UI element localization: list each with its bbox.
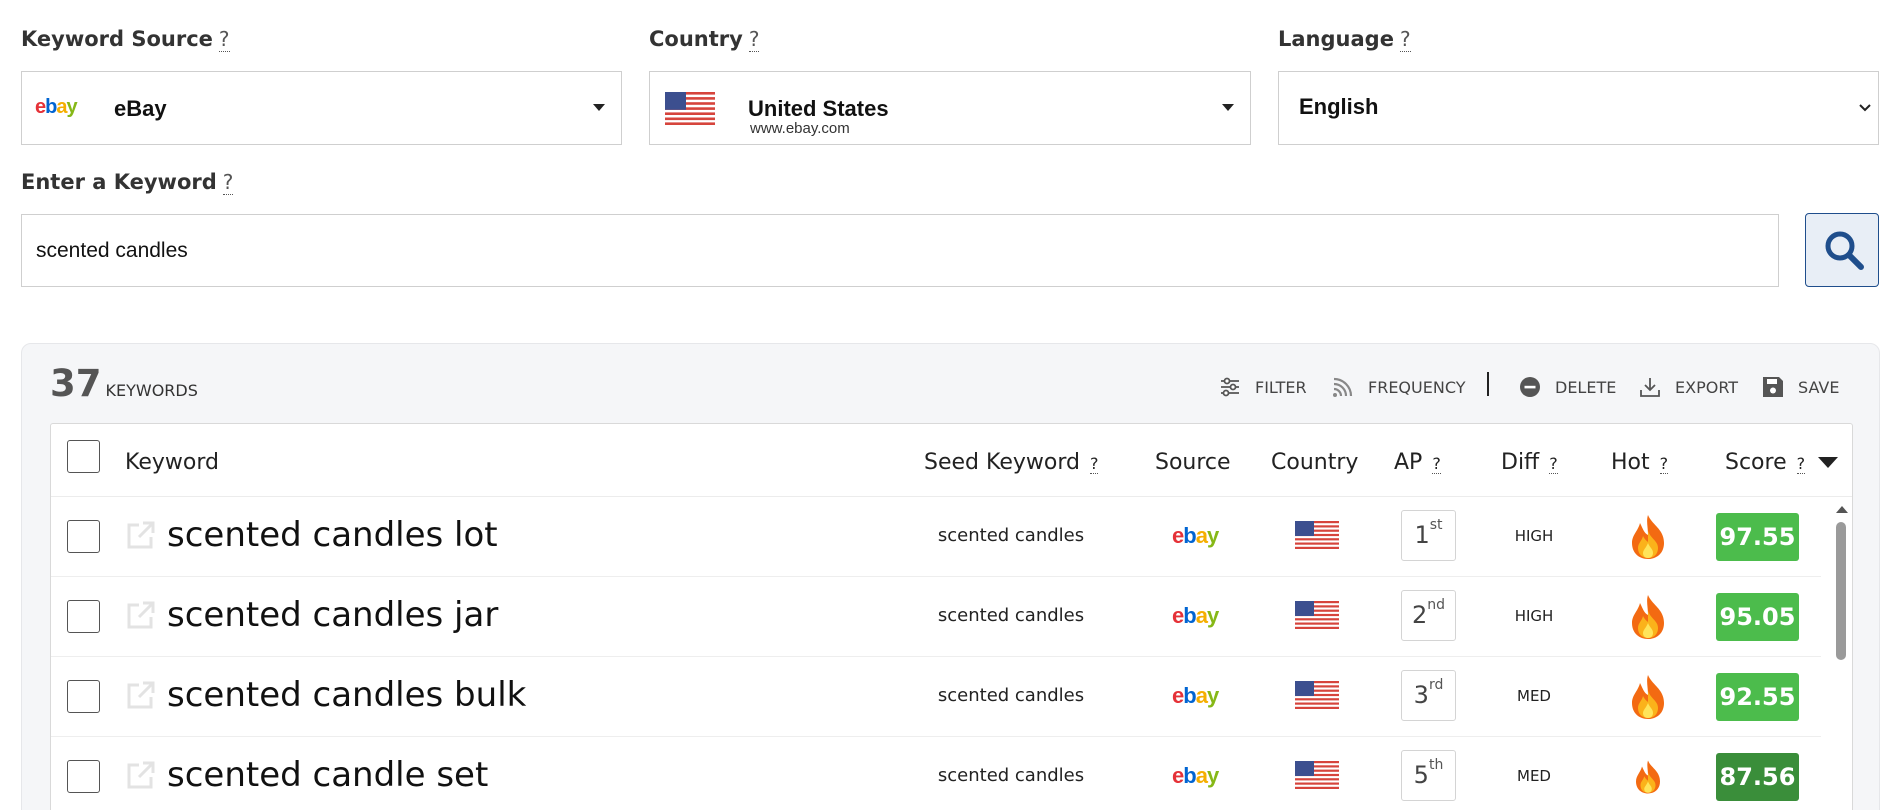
row-checkbox[interactable] xyxy=(67,680,100,713)
ap-badge: 5th xyxy=(1401,750,1456,801)
fire-icon xyxy=(1632,595,1664,639)
country-help[interactable]: ? xyxy=(748,27,760,52)
fire-icon xyxy=(1636,760,1660,794)
sliders-icon xyxy=(1221,377,1239,397)
external-link-icon[interactable] xyxy=(125,679,157,711)
toolbar-divider xyxy=(1487,372,1489,396)
row-checkbox[interactable] xyxy=(67,760,100,793)
column-score[interactable]: Score? xyxy=(1725,450,1839,475)
column-hot[interactable]: Hot? xyxy=(1611,450,1669,475)
keyword-text[interactable]: scented candles bulk xyxy=(167,675,526,715)
column-country[interactable]: Country xyxy=(1271,450,1358,475)
enter-keyword-label: Enter a Keyword? xyxy=(21,170,234,195)
keyword-text[interactable]: scented candle set xyxy=(167,755,488,795)
country-label: Country? xyxy=(649,27,760,52)
difficulty-text: HIGH xyxy=(1514,607,1554,625)
ebay-logo: ebay xyxy=(1172,603,1219,628)
ap-help[interactable]: ? xyxy=(1432,454,1441,474)
language-help[interactable]: ? xyxy=(1399,27,1411,52)
table-row[interactable]: scented candle set scented candles ebay 5th… xyxy=(51,737,1821,810)
score-badge: 92.55 xyxy=(1716,673,1799,721)
ebay-logo: ebay xyxy=(1172,683,1219,708)
seed-keyword-help[interactable]: ? xyxy=(1089,454,1099,474)
difficulty-text: MED xyxy=(1517,767,1551,785)
keyword-table: Keyword Seed Keyword? Source Country AP?… xyxy=(50,423,1853,810)
score-badge: 95.05 xyxy=(1716,593,1799,641)
ap-badge: 1st xyxy=(1401,510,1456,561)
table-row[interactable]: scented candles jar scented candles ebay 2n… xyxy=(51,577,1821,657)
difficulty-text: HIGH xyxy=(1514,527,1554,545)
score-badge: 87.56 xyxy=(1716,753,1799,801)
external-link-icon[interactable] xyxy=(125,519,157,551)
external-link-icon[interactable] xyxy=(125,599,157,631)
us-flag-icon xyxy=(1295,601,1339,629)
floppy-disk-icon xyxy=(1763,377,1783,397)
score-badge: 97.55 xyxy=(1716,513,1799,561)
us-flag-icon xyxy=(1295,521,1339,549)
column-seed-keyword[interactable]: Seed Keyword? xyxy=(924,450,1099,475)
table-row[interactable]: scented candles bulk scented candles ebay 3… xyxy=(51,657,1821,737)
us-flag-icon xyxy=(1295,761,1339,789)
keyword-source-label: Keyword Source? xyxy=(21,27,230,52)
sort-desc-icon xyxy=(1818,457,1839,468)
country-value: United States xyxy=(748,96,889,121)
us-flag-icon xyxy=(665,92,715,125)
ebay-logo: ebay xyxy=(1172,763,1219,788)
us-flag-icon xyxy=(1295,681,1339,709)
hot-help[interactable]: ? xyxy=(1659,454,1669,474)
keyword-source-help[interactable]: ? xyxy=(218,27,230,52)
select-all-checkbox[interactable] xyxy=(67,440,100,473)
chevron-down-icon xyxy=(1222,104,1234,111)
language-select[interactable]: English xyxy=(1278,71,1879,145)
keyword-source-value: eBay xyxy=(114,96,167,121)
language-label: Language? xyxy=(1278,27,1411,52)
results-panel: 37 KEYWORDS FILTER FREQUENCY DELETE EXPO… xyxy=(21,343,1880,810)
scrollbar-thumb[interactable] xyxy=(1836,522,1846,660)
search-button[interactable] xyxy=(1805,213,1879,287)
diff-help[interactable]: ? xyxy=(1549,454,1558,474)
frequency-button[interactable]: FREQUENCY xyxy=(1332,372,1465,402)
row-checkbox[interactable] xyxy=(67,520,100,553)
fire-icon xyxy=(1632,675,1664,719)
enter-keyword-help[interactable]: ? xyxy=(222,170,234,195)
scroll-up-arrow-icon[interactable] xyxy=(1836,506,1848,513)
ap-badge: 3rd xyxy=(1401,670,1456,721)
fire-icon xyxy=(1632,515,1664,559)
score-help[interactable]: ? xyxy=(1796,454,1806,474)
country-domain: www.ebay.com xyxy=(750,120,850,137)
table-row[interactable]: scented candles lot scented candles ebay 1s… xyxy=(51,497,1821,577)
external-link-icon[interactable] xyxy=(125,759,157,791)
keyword-input[interactable]: scented candles xyxy=(21,214,1779,287)
column-diff[interactable]: Diff? xyxy=(1501,450,1558,475)
seed-keyword-text: scented candles xyxy=(937,525,1085,546)
filter-button[interactable]: FILTER xyxy=(1219,372,1307,402)
seed-keyword-text: scented candles xyxy=(937,685,1085,706)
column-source[interactable]: Source xyxy=(1155,450,1231,475)
search-icon xyxy=(1825,231,1864,270)
signal-icon xyxy=(1333,377,1353,397)
save-button[interactable]: SAVE xyxy=(1762,372,1839,402)
keyword-source-select[interactable]: ebay eBay xyxy=(21,71,622,145)
row-checkbox[interactable] xyxy=(67,600,100,633)
keyword-text[interactable]: scented candles lot xyxy=(167,515,498,555)
seed-keyword-text: scented candles xyxy=(937,765,1085,786)
scrollbar[interactable] xyxy=(1831,496,1852,810)
keyword-count: 37 KEYWORDS xyxy=(50,362,198,405)
seed-keyword-text: scented candles xyxy=(937,605,1085,626)
download-icon xyxy=(1640,378,1660,397)
difficulty-text: MED xyxy=(1517,687,1551,705)
column-ap[interactable]: AP? xyxy=(1394,450,1441,475)
delete-button[interactable]: DELETE xyxy=(1519,372,1616,402)
language-value: English xyxy=(1299,94,1379,119)
keyword-text[interactable]: scented candles jar xyxy=(167,595,498,635)
chevron-down-icon xyxy=(593,104,605,111)
ebay-logo: ebay xyxy=(35,96,78,118)
ap-badge: 2nd xyxy=(1401,590,1456,641)
minus-circle-icon xyxy=(1520,377,1540,397)
ebay-logo: ebay xyxy=(1172,523,1219,548)
column-keyword[interactable]: Keyword xyxy=(125,450,219,475)
export-button[interactable]: EXPORT xyxy=(1639,372,1738,402)
chevron-down-icon xyxy=(1859,104,1871,112)
country-select[interactable]: United States www.ebay.com xyxy=(649,71,1251,145)
